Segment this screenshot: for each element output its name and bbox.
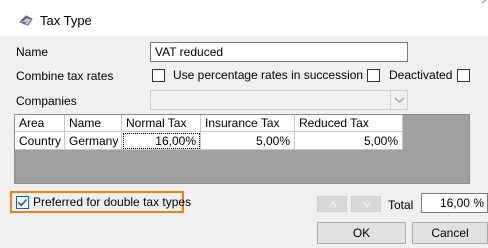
cell-name[interactable]: Germany xyxy=(65,132,122,150)
move-up-button[interactable] xyxy=(317,196,347,212)
title-bar: Tax Type xyxy=(0,0,488,36)
col-insurance-tax[interactable]: Insurance Tax xyxy=(201,115,295,132)
name-input[interactable]: VAT reduced xyxy=(150,42,408,62)
col-area[interactable]: Area xyxy=(15,115,65,132)
cell-area[interactable]: Country xyxy=(15,132,65,150)
use-percentage-checkbox[interactable] xyxy=(152,69,165,82)
companies-dropdown[interactable] xyxy=(150,90,408,110)
ok-button[interactable]: OK xyxy=(317,222,406,244)
tax-grid: Area Name Normal Tax Insurance Tax Reduc… xyxy=(14,114,470,184)
total-value: 16,00 % xyxy=(421,193,488,213)
corner-mark xyxy=(481,0,487,4)
total-label: Total xyxy=(388,198,414,212)
col-name[interactable]: Name xyxy=(65,115,122,132)
col-reduced-tax[interactable]: Reduced Tax xyxy=(295,115,403,132)
combine-label: Combine tax rates xyxy=(16,69,114,83)
companies-label: Companies xyxy=(16,94,77,108)
col-normal-tax[interactable]: Normal Tax xyxy=(122,115,201,132)
table-row[interactable]: Country Germany 16,00% 5,00% 5,00% xyxy=(15,132,403,150)
use-percentage-label: Use percentage rates in succession xyxy=(173,68,364,82)
preferred-checkbox[interactable] xyxy=(16,196,29,209)
deactivated-label: Deactivated xyxy=(389,68,453,82)
cell-reduced-tax[interactable]: 5,00% xyxy=(295,132,403,150)
move-down-button[interactable] xyxy=(351,196,381,212)
tax-type-icon xyxy=(18,13,34,27)
arrow-down-icon xyxy=(363,201,371,209)
arrow-up-icon xyxy=(329,200,337,208)
preferred-label: Preferred for double tax types xyxy=(33,195,192,209)
combine-extra-checkbox[interactable] xyxy=(367,69,380,82)
window-title: Tax Type xyxy=(40,13,92,28)
name-label: Name xyxy=(16,45,49,59)
grid-header: Area Name Normal Tax Insurance Tax Reduc… xyxy=(15,115,403,132)
chevron-down-icon[interactable] xyxy=(390,91,407,109)
cell-insurance-tax[interactable]: 5,00% xyxy=(201,132,295,150)
cell-normal-tax[interactable]: 16,00% xyxy=(122,132,201,150)
cancel-button[interactable]: Cancel xyxy=(412,222,488,244)
deactivated-checkbox[interactable] xyxy=(457,69,470,82)
checkmark-icon xyxy=(17,198,28,207)
